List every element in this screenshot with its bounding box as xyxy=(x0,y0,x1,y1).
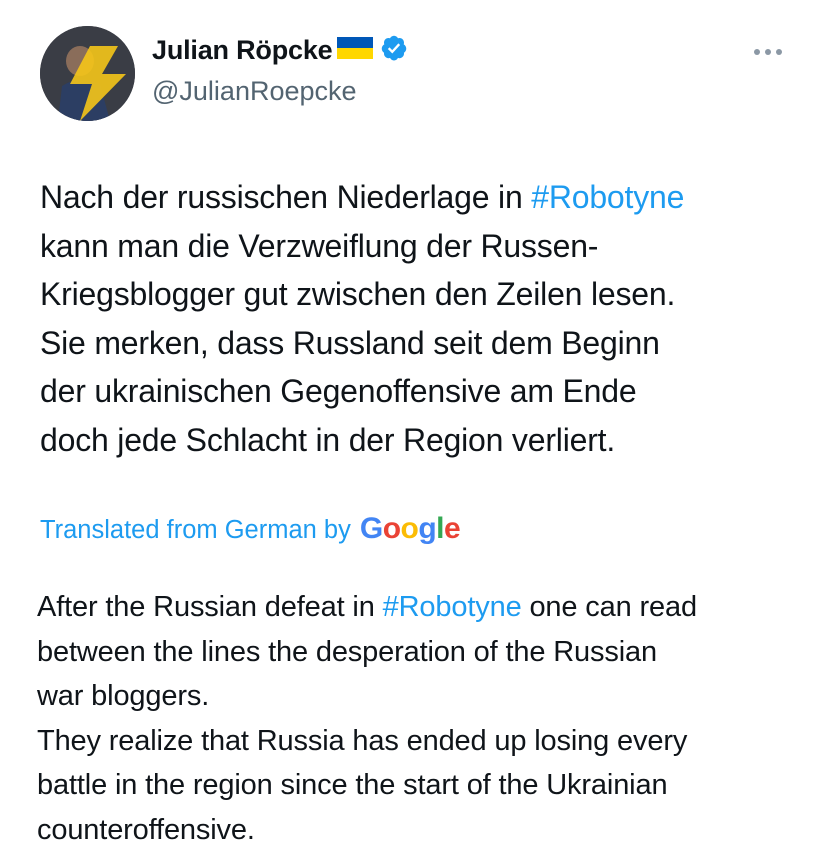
author-handle[interactable]: @JulianRoepcke xyxy=(152,76,357,107)
tweet-line: doch jede Schlacht in der Region verlier… xyxy=(40,416,800,465)
tweet-line-text: Nach der russischen Niederlage in xyxy=(40,179,531,215)
tweet-header: Julian Röpcke @JulianRoepcke xyxy=(0,0,828,130)
author-display-name[interactable]: Julian Röpcke xyxy=(152,35,332,66)
tweet-line: Kriegsblogger gut zwischen den Zeilen le… xyxy=(40,270,800,319)
translation-line: between the lines the desperation of the… xyxy=(37,630,807,675)
tweet-line: kann man die Verzweiflung der Russen- xyxy=(40,222,800,271)
hashtag-link[interactable]: #Robotyne xyxy=(383,591,522,623)
translation-line-text: After the Russian defeat in xyxy=(37,591,383,623)
tweet-line: Nach der russischen Niederlage in #Robot… xyxy=(40,173,800,222)
more-options-button[interactable] xyxy=(748,40,788,64)
translated-text: After the Russian defeat in #Robotyne on… xyxy=(37,585,807,852)
translation-line: war bloggers. xyxy=(37,674,807,719)
translation-label[interactable]: Translated from German by xyxy=(40,516,351,545)
translation-attribution[interactable]: Translated from German by Google xyxy=(40,512,460,546)
avatar[interactable] xyxy=(40,26,135,121)
tweet-line: der ukrainischen Gegenoffensive am Ende xyxy=(40,367,800,416)
author-name-row: Julian Röpcke xyxy=(152,34,408,67)
google-logo: Google xyxy=(360,512,460,546)
translation-line: After the Russian defeat in #Robotyne on… xyxy=(37,585,807,630)
translation-line: They realize that Russia has ended up lo… xyxy=(37,719,807,764)
translation-line: counteroffensive. xyxy=(37,808,807,852)
translation-line: battle in the region since the start of … xyxy=(37,763,807,808)
translation-line-text: one can read xyxy=(522,591,697,623)
ukraine-flag-icon xyxy=(337,37,373,64)
tweet-text: Nach der russischen Niederlage in #Robot… xyxy=(40,173,800,464)
verified-badge-icon xyxy=(380,34,408,67)
more-options-icon xyxy=(753,48,783,56)
tweet-line: Sie merken, dass Russland seit dem Begin… xyxy=(40,319,800,368)
hashtag-link[interactable]: #Robotyne xyxy=(531,179,684,215)
